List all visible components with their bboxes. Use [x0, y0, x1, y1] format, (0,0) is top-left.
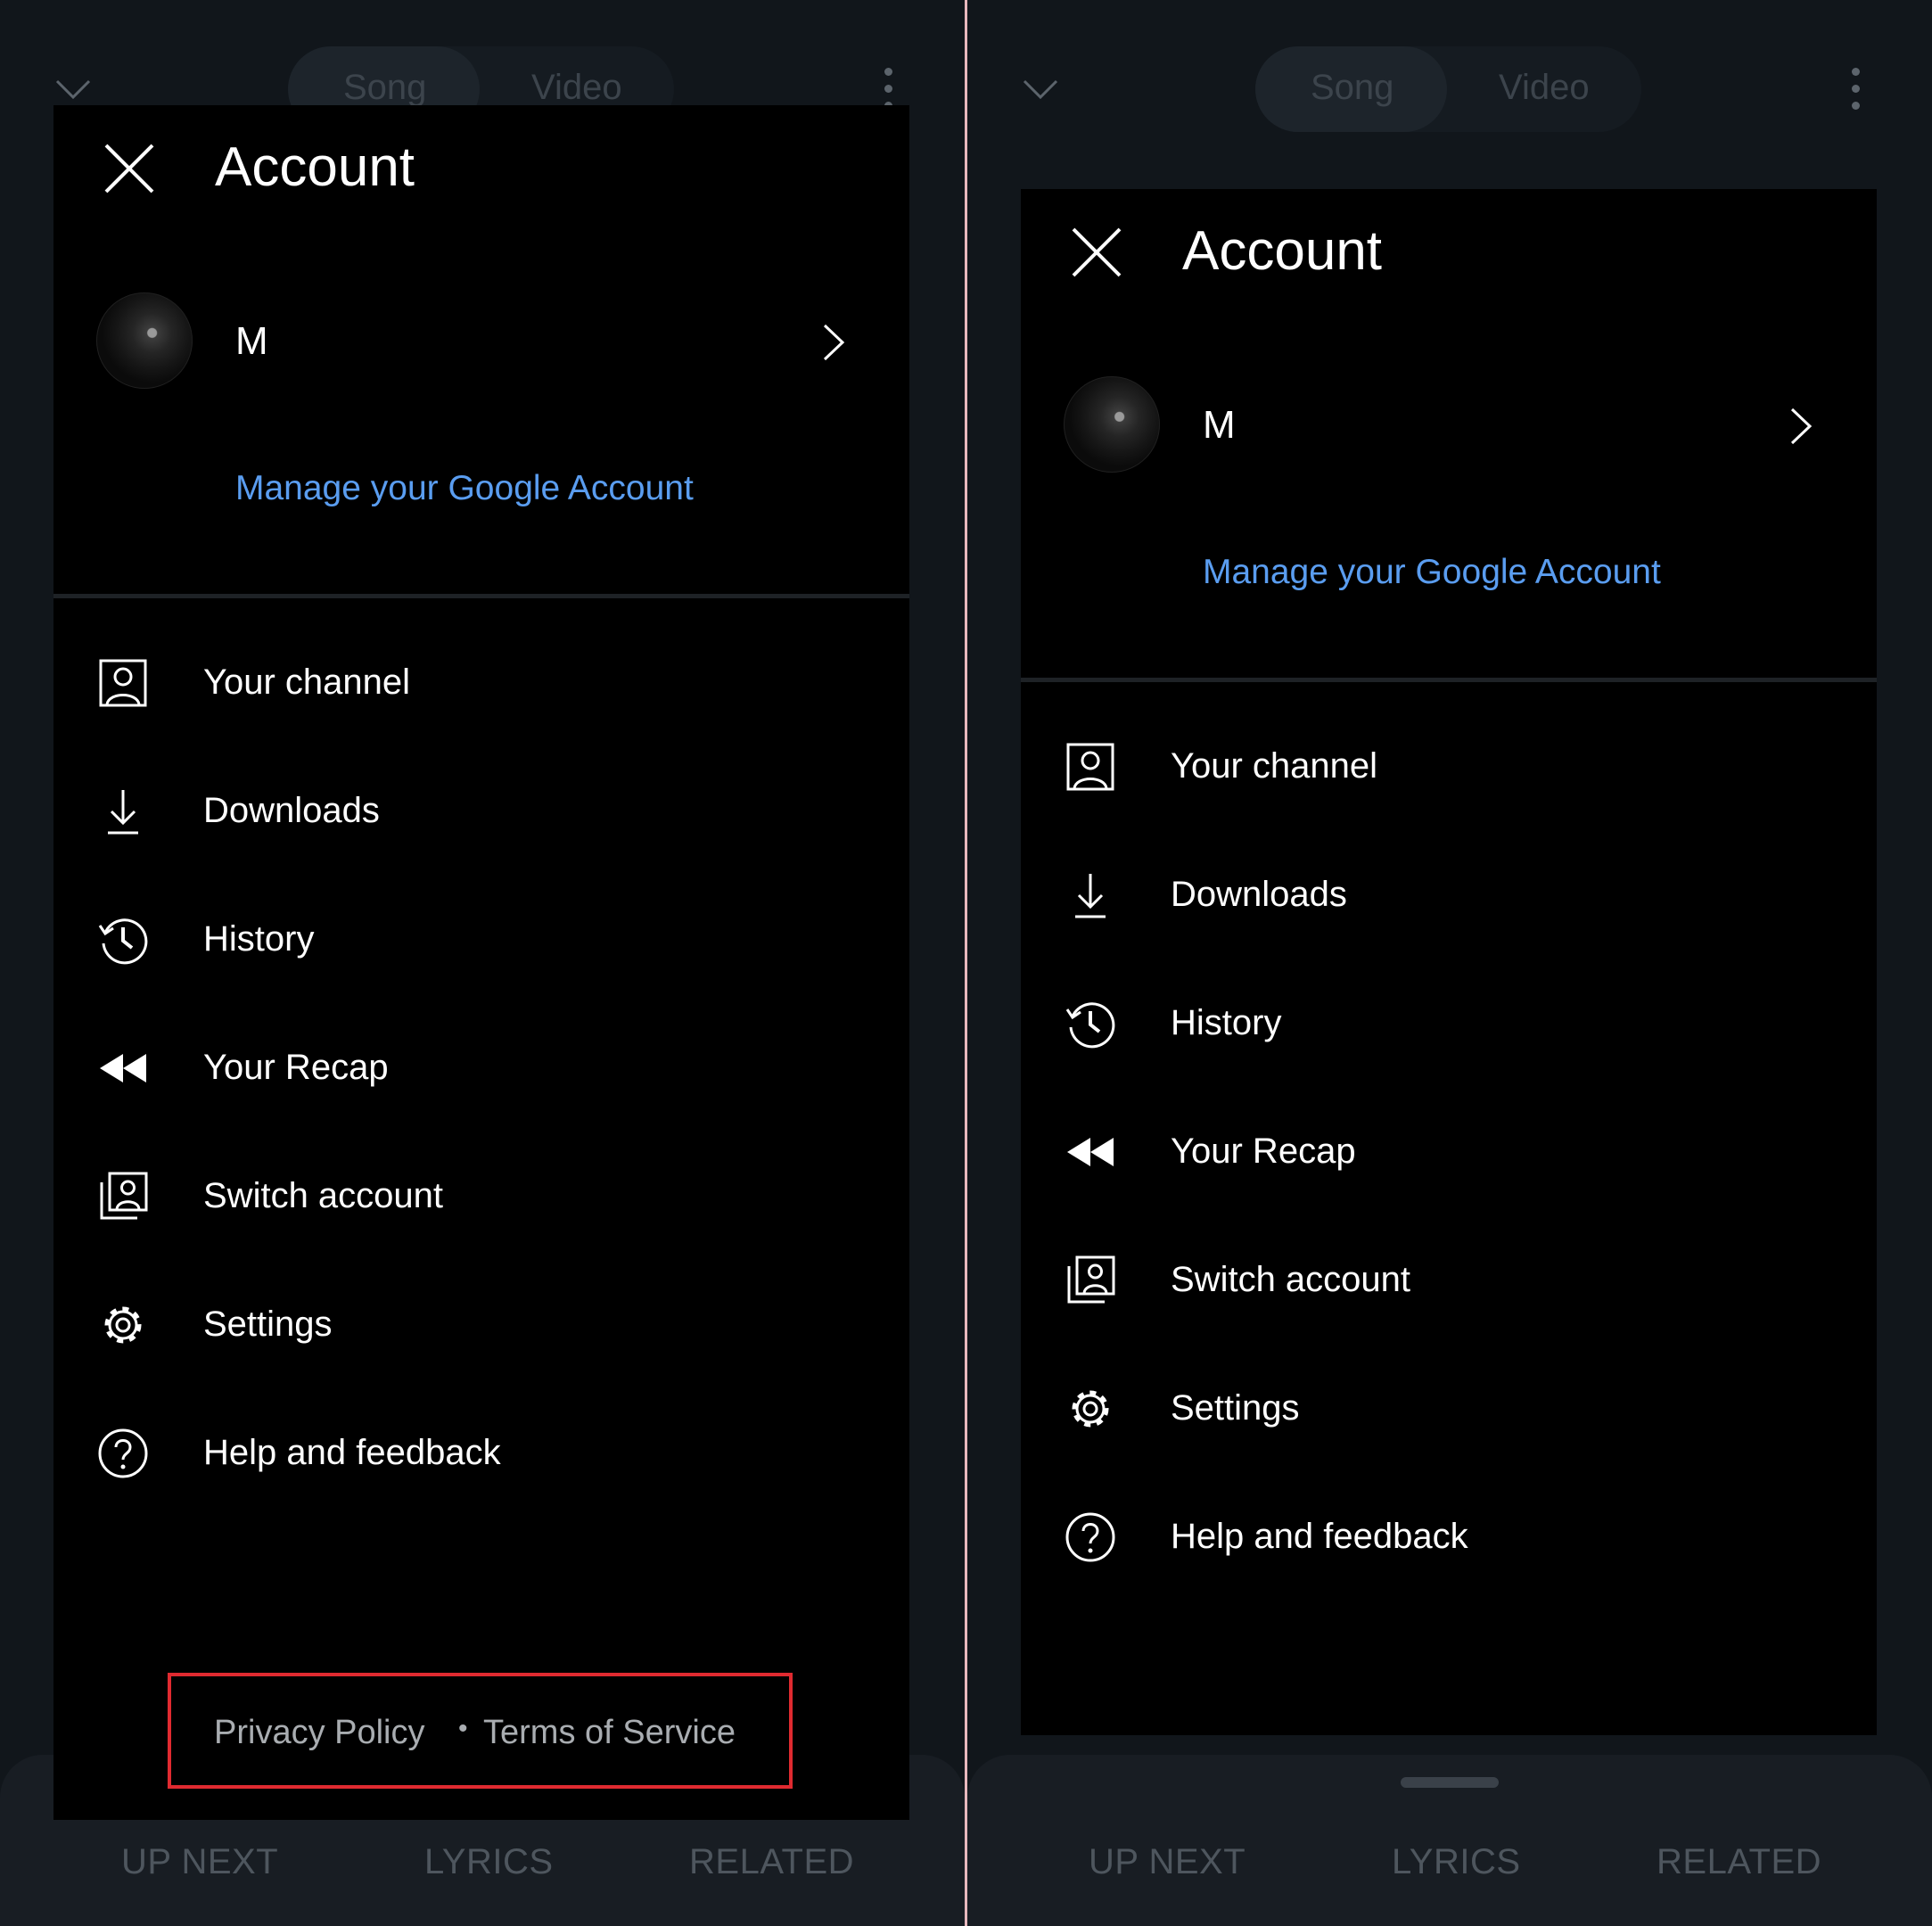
- switch-account-icon: [100, 1172, 148, 1220]
- chevron-right-icon[interactable]: [822, 323, 845, 362]
- account-panel: Account M Manage your Google Account You…: [53, 105, 909, 1820]
- chevron-right-icon[interactable]: [1789, 407, 1813, 446]
- tab-video[interactable]: Video: [1499, 68, 1590, 108]
- menu-item-downloads[interactable]: Downloads: [53, 747, 909, 876]
- bottom-sheet: [967, 1755, 1932, 1926]
- menu-item-label: History: [203, 919, 315, 959]
- tab-related[interactable]: RELATED: [689, 1842, 854, 1882]
- menu-item-label: Help and feedback: [203, 1433, 501, 1472]
- right-screen: Song Video UP NEXT LYRICS RELATED Accoun…: [967, 0, 1932, 1926]
- divider: [1021, 678, 1877, 682]
- account-menu: Your channel Downloads History Your Reca…: [53, 619, 909, 1518]
- panel-title: Account: [215, 136, 415, 198]
- menu-item-your-recap[interactable]: Your Recap: [1021, 1088, 1877, 1216]
- account-menu: Your channel Downloads History Your Reca…: [1021, 703, 1877, 1601]
- terms-of-service-link[interactable]: Terms of Service: [483, 1714, 736, 1752]
- tab-up-next[interactable]: UP NEXT: [1089, 1842, 1246, 1882]
- menu-item-label: Downloads: [1171, 875, 1347, 914]
- legal-links-highlight: Privacy Policy • Terms of Service: [168, 1673, 793, 1789]
- more-options-icon[interactable]: [1848, 68, 1862, 114]
- tab-up-next[interactable]: UP NEXT: [121, 1842, 278, 1882]
- menu-item-label: Settings: [203, 1305, 333, 1344]
- song-video-toggle: Song Video: [1255, 46, 1641, 132]
- menu-item-downloads[interactable]: Downloads: [1021, 831, 1877, 959]
- avatar[interactable]: [1064, 376, 1160, 473]
- account-panel: Account M Manage your Google Account You…: [1021, 189, 1877, 1735]
- menu-item-your-recap[interactable]: Your Recap: [53, 1004, 909, 1132]
- menu-item-label: Switch account: [1171, 1260, 1411, 1299]
- collapse-chevron-icon[interactable]: [55, 78, 91, 100]
- person-box-icon: [99, 659, 147, 707]
- tab-lyrics[interactable]: LYRICS: [424, 1842, 554, 1882]
- menu-item-settings[interactable]: Settings: [53, 1261, 909, 1389]
- menu-item-label: Your Recap: [203, 1048, 389, 1087]
- menu-item-your-channel[interactable]: Your channel: [53, 619, 909, 747]
- history-icon: [1065, 1002, 1115, 1049]
- tab-lyrics[interactable]: LYRICS: [1392, 1842, 1521, 1882]
- menu-item-label: Settings: [1171, 1388, 1300, 1428]
- panel-title: Account: [1182, 220, 1383, 282]
- separator-dot: •: [458, 1714, 468, 1743]
- account-name[interactable]: M: [1203, 403, 1236, 448]
- history-icon: [98, 918, 148, 965]
- account-name[interactable]: M: [235, 319, 268, 364]
- download-icon: [108, 790, 138, 835]
- tab-song[interactable]: Song: [343, 68, 426, 108]
- close-icon[interactable]: [103, 143, 155, 194]
- collapse-chevron-icon[interactable]: [1023, 78, 1058, 100]
- menu-item-switch-account[interactable]: Switch account: [53, 1132, 909, 1261]
- menu-item-label: Your channel: [203, 663, 411, 702]
- rewind-icon: [1067, 1138, 1114, 1166]
- menu-item-label: Downloads: [203, 791, 380, 830]
- manage-google-account-link[interactable]: Manage your Google Account: [1203, 553, 1661, 592]
- close-icon[interactable]: [1071, 226, 1122, 278]
- menu-item-label: Your channel: [1171, 746, 1378, 786]
- privacy-policy-link[interactable]: Privacy Policy: [214, 1714, 425, 1752]
- menu-item-settings[interactable]: Settings: [1021, 1345, 1877, 1473]
- menu-item-label: Your Recap: [1171, 1132, 1356, 1171]
- menu-item-history[interactable]: History: [53, 876, 909, 1004]
- rewind-icon: [100, 1054, 146, 1082]
- menu-item-label: History: [1171, 1003, 1282, 1042]
- help-icon: [1065, 1512, 1115, 1562]
- menu-item-help-and-feedback[interactable]: Help and feedback: [1021, 1473, 1877, 1601]
- menu-item-switch-account[interactable]: Switch account: [1021, 1216, 1877, 1345]
- divider: [53, 594, 909, 598]
- manage-google-account-link[interactable]: Manage your Google Account: [235, 469, 694, 508]
- switch-account-icon: [1067, 1255, 1115, 1304]
- avatar[interactable]: [96, 292, 193, 389]
- download-icon: [1075, 874, 1106, 918]
- menu-item-history[interactable]: History: [1021, 959, 1877, 1088]
- sheet-handle[interactable]: [1401, 1777, 1499, 1788]
- menu-item-your-channel[interactable]: Your channel: [1021, 703, 1877, 831]
- help-icon: [98, 1428, 148, 1478]
- tab-song[interactable]: Song: [1311, 68, 1394, 108]
- person-box-icon: [1066, 743, 1114, 791]
- left-screen: Song Video UP NEXT LYRICS RELATED Accoun…: [0, 0, 965, 1926]
- menu-item-label: Help and feedback: [1171, 1517, 1468, 1556]
- tab-related[interactable]: RELATED: [1657, 1842, 1821, 1882]
- menu-item-label: Switch account: [203, 1176, 444, 1215]
- menu-item-help-and-feedback[interactable]: Help and feedback: [53, 1389, 909, 1518]
- gear-icon: [1072, 1390, 1109, 1428]
- tab-video[interactable]: Video: [531, 68, 622, 108]
- gear-icon: [104, 1306, 142, 1344]
